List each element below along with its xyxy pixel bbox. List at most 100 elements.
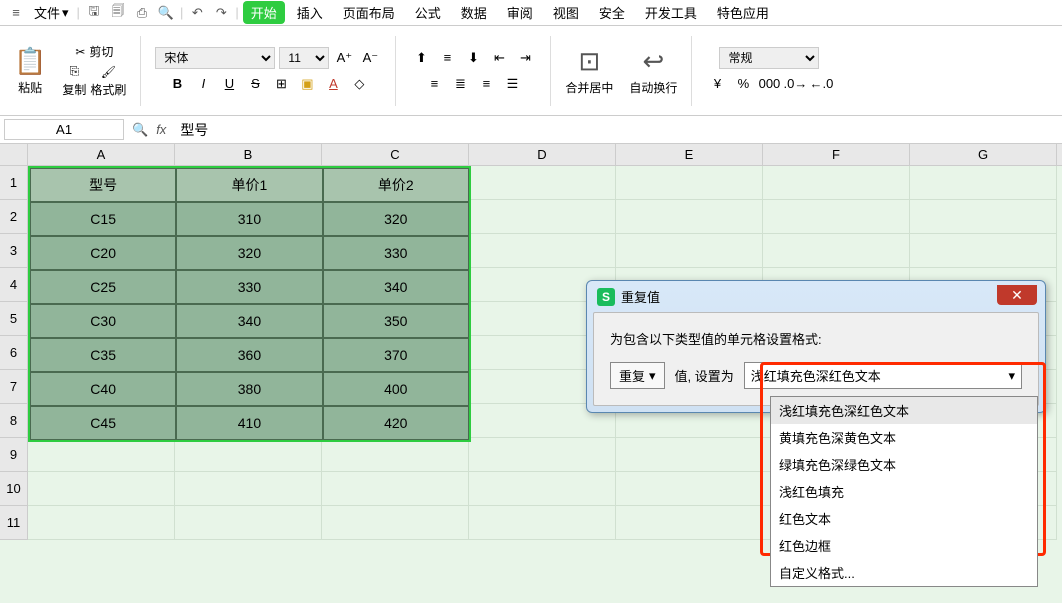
row-header-4[interactable]: 4 bbox=[0, 268, 28, 302]
combo-option[interactable]: 浅红色填充 bbox=[771, 478, 1037, 505]
align-middle-icon[interactable]: ≡ bbox=[436, 47, 458, 69]
tab-view[interactable]: 视图 bbox=[545, 3, 587, 22]
row-header-2[interactable]: 2 bbox=[0, 200, 28, 234]
table-cell[interactable]: C40 bbox=[30, 372, 176, 406]
format-painter-button[interactable]: 🖌 格式刷 bbox=[90, 65, 126, 98]
copy-button[interactable]: ⎘ 复制 bbox=[62, 64, 86, 98]
table-cell[interactable]: 330 bbox=[176, 270, 322, 304]
table-cell[interactable]: 410 bbox=[176, 406, 322, 440]
undo-icon[interactable]: ↶ bbox=[187, 5, 207, 21]
combo-option[interactable]: 红色边框 bbox=[771, 532, 1037, 559]
save-icon[interactable]: 🖫 bbox=[84, 2, 104, 24]
save-as-icon[interactable]: 🗐 bbox=[108, 2, 128, 24]
tab-security[interactable]: 安全 bbox=[591, 3, 633, 22]
table-cell[interactable]: C15 bbox=[30, 202, 176, 236]
paste-button[interactable]: 📋 粘贴 bbox=[14, 46, 46, 96]
table-cell[interactable]: 420 bbox=[323, 406, 469, 440]
decrease-font-icon[interactable]: A⁻ bbox=[359, 47, 381, 69]
row-header-7[interactable]: 7 bbox=[0, 370, 28, 404]
col-header-B[interactable]: B bbox=[175, 144, 322, 165]
row-header-11[interactable]: 11 bbox=[0, 506, 28, 540]
merge-center-button[interactable]: ⊡ 合并居中 bbox=[565, 46, 613, 96]
table-cell[interactable]: C35 bbox=[30, 338, 176, 372]
table-header[interactable]: 单价1 bbox=[176, 168, 322, 202]
decrease-decimal-icon[interactable]: ←.0 bbox=[810, 73, 832, 95]
row-header-1[interactable]: 1 bbox=[0, 166, 28, 200]
col-header-F[interactable]: F bbox=[763, 144, 910, 165]
combo-option[interactable]: 绿填充色深绿色文本 bbox=[771, 451, 1037, 478]
align-right-icon[interactable]: ≡ bbox=[475, 73, 497, 95]
name-box[interactable] bbox=[4, 119, 124, 140]
table-cell[interactable]: C45 bbox=[30, 406, 176, 440]
tab-formula[interactable]: 公式 bbox=[407, 3, 449, 22]
clear-format-button[interactable]: ◇ bbox=[348, 73, 370, 95]
bold-button[interactable]: B bbox=[166, 73, 188, 95]
tab-page-layout[interactable]: 页面布局 bbox=[335, 3, 403, 22]
increase-font-icon[interactable]: A⁺ bbox=[333, 47, 355, 69]
table-cell[interactable]: 320 bbox=[176, 236, 322, 270]
wrap-text-button[interactable]: ↩ 自动换行 bbox=[629, 46, 677, 96]
col-header-A[interactable]: A bbox=[28, 144, 175, 165]
row-header-3[interactable]: 3 bbox=[0, 234, 28, 268]
cut-button[interactable]: ✂ 剪切 bbox=[75, 43, 113, 60]
tab-start[interactable]: 开始 bbox=[243, 1, 285, 24]
combo-option[interactable]: 黄填充色深黄色文本 bbox=[771, 424, 1037, 451]
tab-special[interactable]: 特色应用 bbox=[709, 3, 777, 22]
align-left-icon[interactable]: ≡ bbox=[423, 73, 445, 95]
align-top-icon[interactable]: ⬆ bbox=[410, 47, 432, 69]
align-bottom-icon[interactable]: ⬇ bbox=[462, 47, 484, 69]
percent-icon[interactable]: % bbox=[732, 73, 754, 95]
table-cell[interactable]: 360 bbox=[176, 338, 322, 372]
font-name-select[interactable]: 宋体 bbox=[155, 47, 275, 69]
dialog-titlebar[interactable]: S 重复值 bbox=[587, 281, 1045, 312]
print-icon[interactable]: ⎙ bbox=[132, 5, 152, 21]
print-preview-icon[interactable]: 🔍 bbox=[156, 5, 176, 21]
formula-input[interactable] bbox=[174, 120, 1058, 140]
table-header[interactable]: 型号 bbox=[30, 168, 176, 202]
file-menu[interactable]: 文件 ▾ bbox=[30, 3, 73, 22]
table-header[interactable]: 单价2 bbox=[323, 168, 469, 202]
decrease-indent-icon[interactable]: ⇤ bbox=[488, 47, 510, 69]
font-size-select[interactable]: 11 bbox=[279, 47, 329, 69]
fx-icon[interactable]: fx bbox=[156, 122, 166, 137]
table-cell[interactable]: 340 bbox=[176, 304, 322, 338]
align-justify-icon[interactable]: ☰ bbox=[501, 73, 523, 95]
combo-option[interactable]: 自定义格式... bbox=[771, 559, 1037, 586]
row-header-10[interactable]: 10 bbox=[0, 472, 28, 506]
row-header-9[interactable]: 9 bbox=[0, 438, 28, 472]
table-cell[interactable]: 370 bbox=[323, 338, 469, 372]
row-header-8[interactable]: 8 bbox=[0, 404, 28, 438]
table-cell[interactable]: 320 bbox=[323, 202, 469, 236]
row-header-6[interactable]: 6 bbox=[0, 336, 28, 370]
currency-icon[interactable]: ¥ bbox=[706, 73, 728, 95]
combo-option[interactable]: 浅红填充色深红色文本 bbox=[771, 397, 1037, 424]
table-cell[interactable]: C20 bbox=[30, 236, 176, 270]
table-cell[interactable]: C30 bbox=[30, 304, 176, 338]
increase-decimal-icon[interactable]: .0→ bbox=[784, 73, 806, 95]
table-cell[interactable]: 400 bbox=[323, 372, 469, 406]
tab-data[interactable]: 数据 bbox=[453, 3, 495, 22]
data-table[interactable]: 型号 单价1 单价2 C15 310 320 C20 320 330 C25 3… bbox=[28, 166, 471, 442]
col-header-D[interactable]: D bbox=[469, 144, 616, 165]
close-button[interactable]: ✕ bbox=[997, 285, 1037, 305]
strikethrough-button[interactable]: S bbox=[244, 73, 266, 95]
col-header-C[interactable]: C bbox=[322, 144, 469, 165]
mode-dropdown[interactable]: 重复 ▾ bbox=[610, 362, 665, 389]
table-cell[interactable]: 330 bbox=[323, 236, 469, 270]
col-header-G[interactable]: G bbox=[910, 144, 1057, 165]
table-cell[interactable]: 380 bbox=[176, 372, 322, 406]
menu-icon[interactable]: ≡ bbox=[6, 5, 26, 20]
table-cell[interactable]: 350 bbox=[323, 304, 469, 338]
redo-icon[interactable]: ↷ bbox=[211, 5, 231, 21]
align-center-icon[interactable]: ≣ bbox=[449, 73, 471, 95]
underline-button[interactable]: U bbox=[218, 73, 240, 95]
tab-dev-tools[interactable]: 开发工具 bbox=[637, 3, 705, 22]
combo-option[interactable]: 红色文本 bbox=[771, 505, 1037, 532]
tab-review[interactable]: 审阅 bbox=[499, 3, 541, 22]
border-button[interactable]: ⊞ bbox=[270, 73, 292, 95]
tab-insert[interactable]: 插入 bbox=[289, 3, 331, 22]
number-format-select[interactable]: 常规 bbox=[719, 47, 819, 69]
font-color-button[interactable]: A bbox=[322, 73, 344, 95]
table-cell[interactable]: 310 bbox=[176, 202, 322, 236]
fill-color-button[interactable]: ▣ bbox=[296, 73, 318, 95]
